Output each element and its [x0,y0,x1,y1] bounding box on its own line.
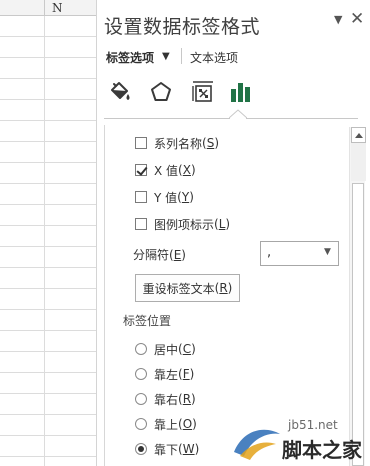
access-key: F [182,367,190,381]
size-properties-icon[interactable] [190,79,216,105]
radio-label: 靠左 [154,367,179,382]
radio-left[interactable]: 靠左(F) [135,366,194,382]
scroll-track[interactable] [351,143,366,181]
access-key: R [182,392,192,406]
access-key: C [182,342,192,356]
checkbox-label: 图例项标示 [154,217,215,232]
radio-button[interactable] [135,443,147,455]
grid-row-line [0,183,96,184]
access-key: X [182,163,191,177]
reset-button-label: 重设标签文本 [142,281,215,296]
grid-row-line [0,330,96,331]
grid-row-line [0,456,96,457]
access-key: E [173,248,182,262]
grid-row-line [0,351,96,352]
tab-divider [181,48,182,64]
checkbox-x-value[interactable]: X 值(X) [135,162,196,178]
grid-row-line [0,414,96,415]
radio-button[interactable] [135,343,147,355]
separator-dropdown[interactable]: , ▼ [260,241,339,266]
vertical-scrollbar[interactable] [349,127,366,466]
grid-row-line [0,309,96,310]
tab-label-options[interactable]: 标签选项 [106,49,154,66]
grid-column-line [44,16,45,466]
spreadsheet-grid[interactable]: N [0,0,97,466]
checkbox-box[interactable] [135,218,147,230]
grid-row-line [0,57,96,58]
watermark-logo-icon [234,429,280,460]
checkbox-label: Y 值 [154,190,178,205]
grid-row-line [0,225,96,226]
chevron-down-icon[interactable]: ▼ [334,13,342,26]
bar-chart-options-icon[interactable] [228,79,254,105]
radio-below[interactable]: 靠下(W) [135,441,199,457]
radio-label: 靠右 [154,392,179,407]
scroll-up-arrow-icon[interactable] [351,127,366,143]
checkbox-series-name[interactable]: 系列名称(S) [135,135,219,151]
radio-label: 居中 [154,342,179,357]
chevron-down-icon[interactable]: ▼ [324,247,331,257]
checkbox-box[interactable] [135,164,147,176]
checkbox-y-value[interactable]: Y 值(Y) [135,189,194,205]
separator-text: 分隔符 [133,248,170,262]
tab-text-options[interactable]: 文本选项 [190,49,238,66]
radio-center[interactable]: 居中(C) [135,341,196,357]
access-key: Y [181,190,190,204]
pane-title: 设置数据标签格式 [104,16,261,38]
column-header-bar: N [0,0,96,16]
grid-row-line [0,120,96,121]
grid-row-line [0,162,96,163]
label-position-heading: 标签位置 [123,314,172,328]
radio-label: 靠下 [154,442,179,457]
access-key: O [182,417,193,431]
column-header-n[interactable]: N [52,0,63,16]
checkbox-label: X 值 [154,163,179,178]
grid-row-line [0,435,96,436]
grid-row-line [0,78,96,79]
checkbox-label: 系列名称 [154,136,203,151]
checkbox-box[interactable] [135,191,147,203]
grid-row-line [0,99,96,100]
grid-row-line [0,372,96,373]
label-options-panel: 系列名称(S) X 值(X) Y 值(Y) 图例项标示(L) 分隔符(E) , … [104,125,366,466]
radio-button[interactable] [135,418,147,430]
icon-row-divider [246,118,358,119]
effects-pentagon-icon[interactable] [148,79,174,105]
radio-right[interactable]: 靠右(R) [135,391,196,407]
column-divider [44,0,45,16]
fill-line-icon[interactable] [106,79,132,105]
label-options-dropdown-icon[interactable]: ▼ [162,51,170,62]
grid-row-line [0,204,96,205]
grid-row-line [0,141,96,142]
watermark-name: 脚本之家 [282,438,362,462]
access-key: S [206,136,215,150]
selected-category-pointer [229,109,247,119]
grid-row-line [0,288,96,289]
checkbox-legend-key[interactable]: 图例项标示(L) [135,216,230,232]
grid-row-line [0,246,96,247]
watermark-site: jb51.net [288,418,338,432]
grid-row-line [0,36,96,37]
separator-value: , [267,245,272,260]
radio-above[interactable]: 靠上(O) [135,416,197,432]
checkbox-box[interactable] [135,137,147,149]
access-key: R [219,281,228,295]
close-icon[interactable]: ✕ [350,9,364,29]
radio-button[interactable] [135,393,147,405]
site-watermark: jb51.net 脚本之家 [230,418,370,466]
grid-row-line [0,393,96,394]
radio-button[interactable] [135,368,147,380]
grid-row-line [0,267,96,268]
reset-label-text-button[interactable]: 重设标签文本(R) [135,274,240,302]
icon-row-divider [104,118,230,119]
access-key: W [182,442,195,456]
radio-label: 靠上 [154,417,179,432]
format-data-labels-pane: 设置数据标签格式 ▼ ✕ 标签选项 ▼ 文本选项 系列名称(S) X 值 (X… [98,0,370,466]
separator-label: 分隔符(E) [133,248,186,262]
access-key: L [218,217,226,231]
